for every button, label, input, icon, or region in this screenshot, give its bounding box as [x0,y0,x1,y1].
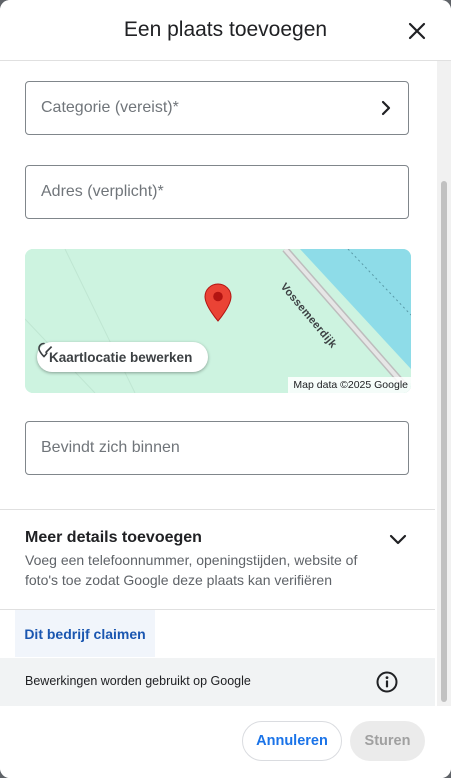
cancel-button[interactable]: Annuleren [242,721,342,761]
close-icon [408,22,426,40]
more-details-title: Meer details toevoegen [25,529,202,546]
edits-notice-text: Bewerkingen worden gebruikt op Google [25,674,251,688]
chevron-down-icon[interactable] [388,533,408,547]
claim-business-button[interactable]: Dit bedrijf claimen [15,610,155,657]
close-button[interactable] [402,16,432,46]
dialog-header: Een plaats toevoegen [0,0,451,61]
edit-map-location-button[interactable]: Kaartlocatie bewerken [37,342,209,372]
located-within-field[interactable]: Bevindt zich binnen [25,421,409,475]
info-icon[interactable] [375,670,399,694]
located-within-placeholder: Bevindt zich binnen [41,439,180,456]
send-button[interactable]: Sturen [350,721,425,761]
scrollbar-thumb[interactable] [441,181,447,702]
category-placeholder: Categorie (vereist)* [41,99,179,116]
dialog-title: Een plaats toevoegen [123,18,328,41]
address-field[interactable]: Adres (verplicht)* [25,165,409,219]
claim-business-label: Dit bedrijf claimen [24,625,146,642]
edit-location-icon [38,342,53,358]
edits-notice: Bewerkingen worden gebruikt op Google [0,658,435,706]
dialog-footer: Annuleren Sturen [0,706,451,778]
map-preview[interactable]: Vossemeerdijk Kaartlocatie bewerken Map … [25,249,411,393]
more-details-description: Voeg een telefoonnummer, openingstijden,… [25,552,358,588]
chevron-right-icon [381,100,391,116]
form-scroll-area[interactable]: Categorie (vereist)* Adres (verplicht)* … [0,61,437,706]
map-pin-icon [204,283,232,322]
more-details-section[interactable]: Meer details toevoegen Voeg een telefoon… [0,509,435,610]
edit-map-location-label: Kaartlocatie bewerken [49,349,193,365]
map-attribution: Map data ©2025 Google [288,377,411,393]
category-field[interactable]: Categorie (vereist)* [25,81,409,135]
add-place-dialog: Een plaats toevoegen Categorie (vereist)… [0,0,451,778]
address-placeholder: Adres (verplicht)* [41,183,164,200]
